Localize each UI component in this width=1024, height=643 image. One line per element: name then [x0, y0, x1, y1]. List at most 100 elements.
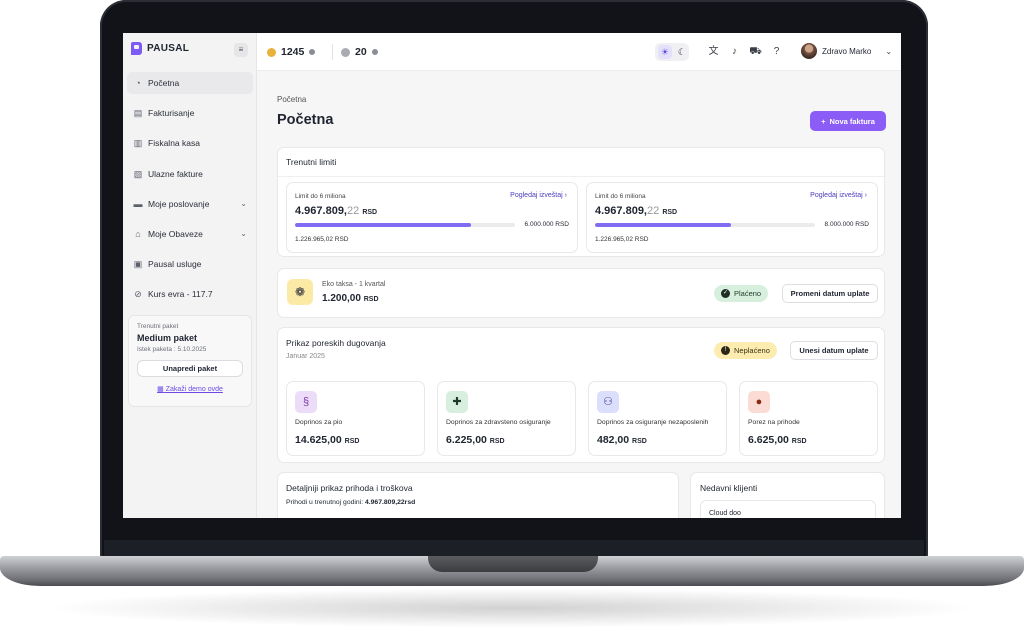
eko-amount: 1.200,00 RSD: [322, 293, 379, 304]
enter-payment-date-button[interactable]: Unesi datum uplate: [790, 341, 878, 360]
pausal-logo-icon: [131, 42, 142, 55]
status-badge-paid: ✓ Plaćeno: [714, 285, 769, 302]
laptop-icon: ▬: [133, 198, 143, 209]
sidebar-item-pausal-usluge[interactable]: ▣ Pausal usluge: [127, 253, 253, 275]
laptop-shadow: [40, 588, 984, 628]
currency: RSD: [344, 438, 360, 445]
user-menu[interactable]: Zdravo Marko ⌄: [801, 43, 892, 59]
income-detail-title: Detaljniji prikaz prihoda i troškova: [286, 483, 413, 493]
info-icon[interactable]: [309, 49, 316, 55]
sidebar-item-pocetna[interactable]: ◔ Početna: [127, 72, 253, 94]
gold-coins[interactable]: 1245: [267, 46, 316, 58]
sidebar-item-label: Moje Obaveze: [148, 228, 203, 239]
recent-clients-title: Nedavni klijenti: [700, 483, 758, 493]
alert-circle-icon: !: [721, 346, 730, 355]
help-icon[interactable]: ?: [770, 45, 783, 58]
change-payment-date-button[interactable]: Promeni datum uplate: [782, 284, 878, 303]
currency: RSD: [489, 438, 505, 445]
limit-max: 8.000.000 RSD: [824, 221, 869, 228]
upgrade-package-button[interactable]: Unapredi paket: [137, 360, 243, 377]
limit-card-1: Limit do 6 miliona Pogledaj izveštaj › 4…: [286, 182, 578, 253]
package-label: Trenutni paket: [137, 323, 179, 330]
recent-clients-card: Nedavni klijenti Cloud doo: [690, 472, 885, 518]
limit-progress-bar: [295, 223, 515, 227]
sidebar-item-label: Ulazne fakture: [148, 168, 203, 179]
client-row[interactable]: Cloud doo: [700, 500, 876, 518]
breadcrumb[interactable]: Početna: [277, 95, 306, 104]
limit-label: Limit do 6 miliona: [595, 193, 646, 200]
limit-used: 1.226.965,02 RSD: [295, 236, 349, 243]
package-expiry: Istek paketa : 5.10.2025: [137, 346, 207, 353]
tax-coin-icon: ●: [748, 391, 770, 413]
info-icon[interactable]: [371, 49, 378, 55]
sidebar-item-label: Fiskalna kasa: [148, 138, 200, 149]
sidebar-item-fiskalna-kasa[interactable]: ▥ Fiskalna kasa: [127, 132, 253, 154]
page-title: Početna: [277, 112, 334, 128]
income-summary: Prihodi u trenutnoj godini: 4.967.809,22…: [286, 499, 415, 506]
divider: [332, 44, 333, 60]
sidebar-item-moje-obaveze[interactable]: ⌂ Moje Obaveze ⌄: [127, 223, 253, 245]
sun-icon[interactable]: ☀: [657, 45, 672, 59]
sidebar-item-fakturisanje[interactable]: ▤ Fakturisanje: [127, 102, 253, 124]
bell-icon[interactable]: ♪: [728, 45, 741, 58]
bank-icon: ⌂: [135, 228, 141, 239]
tax-item-health[interactable]: ✚ Doprinos za zdravsteno osiguranje 6.22…: [437, 381, 576, 456]
view-report-link[interactable]: Pogledaj izveštaj ›: [510, 192, 567, 199]
limit-max: 6.000.000 RSD: [524, 221, 569, 228]
eko-amount-value: 1.200,00: [322, 293, 361, 304]
menu-icon: ≡: [238, 45, 244, 54]
sidebar-item-label: Moje poslovanje: [148, 198, 210, 209]
theme-toggle[interactable]: ☀ ☾: [655, 43, 689, 61]
sidebar-item-label: Kurs evra - 117.7: [148, 289, 213, 300]
view-report-link[interactable]: Pogledaj izveštaj ›: [810, 192, 867, 199]
gold-coin-count: 1245: [281, 46, 305, 58]
incoming-document-icon: ▧: [133, 168, 143, 179]
sidebar: PAUSAL ≡ ◔ Početna ▤ Fakturisanje ▥ Fisk…: [123, 33, 257, 518]
sidebar-item-label: Fakturisanje: [148, 108, 195, 119]
topbar: 1245 20 ☀ ☾ 文 ♪ ⛟ ? Zdravo Marko ⌄: [257, 33, 901, 71]
sidebar-item-label: Početna: [148, 78, 180, 88]
briefcase-icon: ▣: [133, 259, 143, 270]
package-name: Medium paket: [137, 333, 198, 343]
moon-icon[interactable]: ☾: [678, 47, 686, 58]
schedule-demo-label: Zakaži demo ovde: [165, 386, 223, 393]
pio-icon: §: [295, 391, 317, 413]
tax-debts-card: Prikaz poreskih dugovanja Januar 2025 ! …: [277, 327, 885, 463]
sidebar-item-moje-poslovanje[interactable]: ▬ Moje poslovanje ⌄: [127, 193, 253, 215]
tax-item-unemployment[interactable]: ⚇ Doprinos za osiguranje nezaposlenih 48…: [588, 381, 727, 456]
currency: RSD: [632, 438, 647, 445]
new-invoice-button[interactable]: + Nova faktura: [810, 111, 886, 131]
amount-value: 6.225,00: [446, 434, 487, 446]
limit-card-2: Limit do 6 miliona Pogledaj izveštaj › 4…: [586, 182, 878, 253]
tax-item-income-tax[interactable]: ● Porez na prihode 6.625,00 RSD: [739, 381, 878, 456]
silver-coins[interactable]: 20: [341, 46, 378, 58]
tax-debts-period: Januar 2025: [286, 353, 325, 360]
logo[interactable]: PAUSAL: [131, 42, 189, 55]
user-greeting: Zdravo Marko: [822, 46, 872, 56]
calendar-icon: ▦: [157, 386, 164, 393]
silver-coin-icon: [341, 47, 350, 57]
translate-icon[interactable]: 文: [707, 45, 720, 58]
currency: RSD: [791, 438, 807, 445]
sidebar-item-label: Pausal usluge: [148, 259, 202, 270]
tax-item-pio[interactable]: § Doprinos za pio 14.625,00 RSD: [286, 381, 425, 456]
sidebar-item-kurs-evra[interactable]: ⊘ Kurs evra - 117.7: [127, 283, 253, 305]
pie-chart-icon: ◔: [135, 78, 141, 88]
document-icon: ▤: [133, 108, 143, 119]
sidebar-nav: ◔ Početna ▤ Fakturisanje ▥ Fiskalna kasa…: [127, 72, 253, 314]
cash-register-icon: ▥: [133, 138, 143, 149]
income-detail-card: Detaljniji prikaz prihoda i troškova Pri…: [277, 472, 679, 518]
status-badge-unpaid: ! Neplaćeno: [714, 342, 777, 359]
amount-decimal: 22: [647, 205, 660, 217]
schedule-demo-link[interactable]: ▦ Zakaži demo ovde: [137, 385, 243, 393]
exchange-icon: ⊘: [134, 289, 142, 300]
logo-text: PAUSAL: [147, 43, 190, 54]
status-label: Plaćeno: [734, 289, 762, 298]
amount-decimal: 22: [347, 205, 360, 217]
sidebar-item-ulazne-fakture[interactable]: ▧ Ulazne fakture: [127, 163, 253, 185]
limit-amount: 4.967.809,22 RSD: [295, 205, 377, 217]
cart-icon[interactable]: ⛟: [749, 45, 762, 58]
package-card: Trenutni paket Medium paket Istek paketa…: [128, 315, 252, 407]
collapse-sidebar-button[interactable]: ≡: [234, 43, 248, 57]
view-report-label: Pogledaj izveštaj: [510, 192, 563, 199]
